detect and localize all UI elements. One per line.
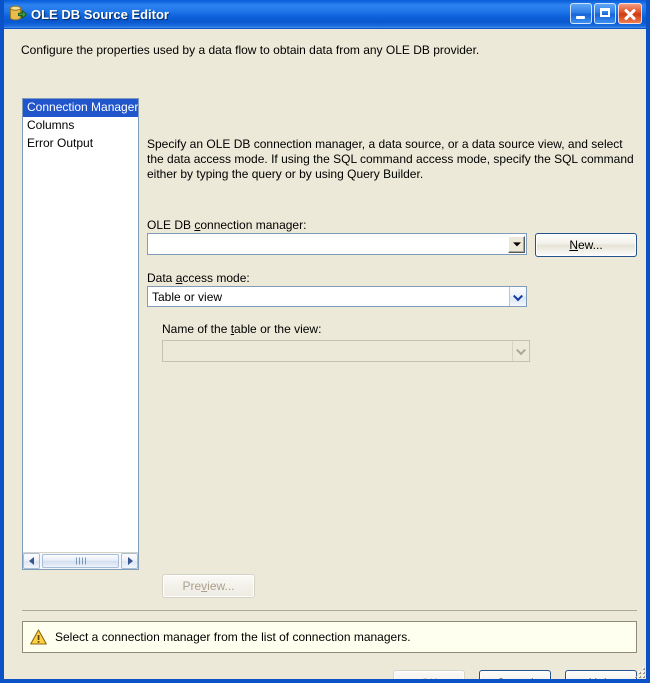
connection-manager-label: OLE DB connection manager: <box>147 218 307 232</box>
data-access-mode-label: Data access mode: <box>147 271 250 285</box>
dialog-description: Configure the properties used by a data … <box>21 43 480 57</box>
sidebar-item-error-output[interactable]: Error Output <box>23 135 138 153</box>
scrollbar-thumb[interactable] <box>42 554 119 568</box>
help-button[interactable]: Help <box>565 670 637 683</box>
chevron-down-icon[interactable] <box>512 341 529 361</box>
chevron-down-icon[interactable] <box>509 287 526 306</box>
sidebar-item-connection-manager[interactable]: Connection Manager <box>23 99 138 117</box>
help-button-label: Help <box>588 675 614 683</box>
scroll-right-arrow-icon[interactable] <box>121 553 138 569</box>
pages-listbox[interactable]: Connection Manager Columns Error Output <box>22 98 139 570</box>
title-bar: OLE DB Source Editor <box>4 0 646 29</box>
pages-horizontal-scrollbar[interactable] <box>23 552 138 569</box>
data-access-mode-value: Table or view <box>152 289 223 304</box>
dialog-body: Configure the properties used by a data … <box>4 29 646 679</box>
page-instructions: Specify an OLE DB connection manager, a … <box>147 137 634 181</box>
new-button-label: New... <box>569 238 603 252</box>
new-connection-button[interactable]: New... <box>535 233 637 257</box>
warning-bar: Select a connection manager from the lis… <box>22 621 637 653</box>
maximize-button[interactable] <box>594 3 616 24</box>
scrollbar-track[interactable] <box>40 553 121 569</box>
minimize-button[interactable] <box>570 3 592 24</box>
table-or-view-label: Name of the table or the view: <box>162 322 322 336</box>
warning-message: Select a connection manager from the lis… <box>55 630 411 644</box>
warning-triangle-icon <box>30 629 47 645</box>
ok-button[interactable]: OK <box>393 670 465 683</box>
chevron-down-icon[interactable] <box>508 235 525 253</box>
sidebar-item-columns[interactable]: Columns <box>23 117 138 135</box>
close-button[interactable] <box>618 3 642 24</box>
grip-icon <box>75 557 86 565</box>
cancel-button[interactable]: Cancel <box>479 670 551 683</box>
window-controls <box>570 3 642 24</box>
scroll-left-arrow-icon[interactable] <box>23 553 40 569</box>
preview-button-label: Preview... <box>182 579 235 593</box>
ole-db-source-icon <box>9 5 27 23</box>
minimize-icon <box>576 16 585 19</box>
ole-db-source-editor-window: OLE DB Source Editor Configure the prope… <box>0 0 650 683</box>
preview-button[interactable]: Preview... <box>162 574 255 598</box>
resize-grip[interactable] <box>631 664 644 677</box>
cancel-button-label: Cancel <box>496 675 534 683</box>
maximize-icon <box>600 8 610 17</box>
data-access-mode-combo[interactable]: Table or view <box>147 286 527 307</box>
close-icon <box>619 4 641 23</box>
ok-button-label: OK <box>420 675 438 683</box>
footer-separator <box>22 610 637 611</box>
connection-manager-combo[interactable] <box>147 233 527 255</box>
window-title: OLE DB Source Editor <box>31 6 169 22</box>
table-or-view-combo[interactable] <box>162 340 530 362</box>
